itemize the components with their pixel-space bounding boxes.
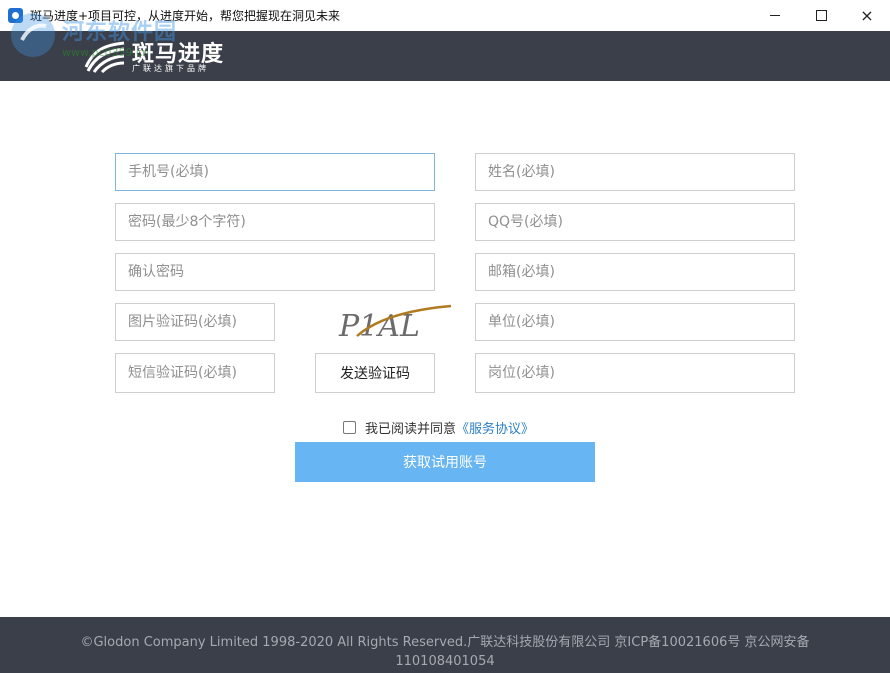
app-icon xyxy=(8,8,23,23)
close-icon: × xyxy=(860,5,874,25)
footer-copyright: ©Glodon Company Limited 1998-2020 All Ri… xyxy=(80,635,810,669)
agree-checkbox[interactable] xyxy=(343,420,356,434)
email-input[interactable] xyxy=(475,253,795,291)
send-code-button[interactable]: 发送验证码 xyxy=(315,353,435,393)
window-title: 斑马进度+项目可控，从进度开始，帮您把握现在洞见未来 xyxy=(30,9,341,23)
service-agreement-link[interactable]: 《服务协议》 xyxy=(456,418,534,437)
captcha-image[interactable]: P1AL xyxy=(335,300,455,346)
sms-code-input[interactable] xyxy=(115,353,275,393)
position-input[interactable] xyxy=(475,353,795,393)
page-footer: ©Glodon Company Limited 1998-2020 All Ri… xyxy=(0,617,890,673)
minimize-button[interactable] xyxy=(752,0,798,31)
minimize-icon xyxy=(770,15,780,16)
agreement-row: 我已阅读并同意 《服务协议》 xyxy=(343,418,534,437)
password-input[interactable] xyxy=(115,203,435,241)
company-input[interactable] xyxy=(475,303,795,341)
agree-label: 我已阅读并同意 xyxy=(365,421,457,437)
phone-input[interactable] xyxy=(115,153,435,191)
captcha-text: P1AL xyxy=(338,309,420,344)
image-code-input[interactable] xyxy=(115,303,275,341)
window-titlebar: 斑马进度+项目可控，从进度开始，帮您把握现在洞见未来 × xyxy=(0,0,890,31)
confirm-password-input[interactable] xyxy=(115,253,435,291)
brand-header: 斑马进度 广联达旗下品牌 xyxy=(0,31,890,81)
close-button[interactable]: × xyxy=(844,0,890,31)
brand-subtitle: 广联达旗下品牌 xyxy=(132,64,209,73)
get-trial-account-button[interactable]: 获取试用账号 xyxy=(295,442,595,482)
name-input[interactable] xyxy=(475,153,795,191)
maximize-button[interactable] xyxy=(798,0,844,31)
zebra-logo-icon xyxy=(84,41,125,73)
qq-input[interactable] xyxy=(475,203,795,241)
maximize-icon xyxy=(815,10,827,21)
